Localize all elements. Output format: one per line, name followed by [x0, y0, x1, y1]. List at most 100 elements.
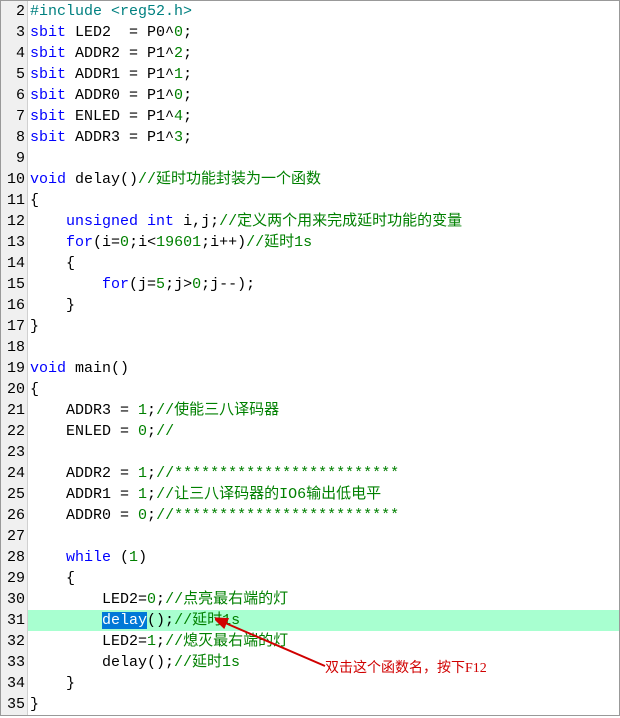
code-content[interactable]: ADDR0 = 0;//************************* — [28, 505, 619, 526]
code-content[interactable]: } — [28, 316, 619, 337]
code-token: LED2 = P0^ — [66, 24, 174, 41]
code-content[interactable]: { — [28, 379, 619, 400]
code-line[interactable]: 11{ — [1, 190, 619, 211]
code-token — [30, 213, 66, 230]
code-token: } — [30, 675, 75, 692]
line-number: 19 — [1, 358, 28, 379]
line-number: 8 — [1, 127, 28, 148]
code-line[interactable]: 34 } — [1, 673, 619, 694]
code-content[interactable]: #include <reg52.h> — [28, 1, 619, 22]
code-line[interactable]: 31 delay();//延时1s — [1, 610, 619, 631]
code-line[interactable]: 16 } — [1, 295, 619, 316]
code-line[interactable]: 28 while (1) — [1, 547, 619, 568]
code-line[interactable]: 20{ — [1, 379, 619, 400]
code-content[interactable]: void delay()//延时功能封装为一个函数 — [28, 169, 619, 190]
code-token: 4 — [174, 108, 183, 125]
code-content[interactable] — [28, 442, 619, 463]
code-line[interactable]: 2#include <reg52.h> — [1, 1, 619, 22]
code-content[interactable]: LED2=1;//熄灭最右端的灯 — [28, 631, 619, 652]
code-token — [30, 234, 66, 251]
line-number: 2 — [1, 1, 28, 22]
code-content[interactable]: } — [28, 295, 619, 316]
line-number: 5 — [1, 64, 28, 85]
code-content[interactable]: ADDR3 = 1;//使能三八译码器 — [28, 400, 619, 421]
line-number: 34 — [1, 673, 28, 694]
code-token: //延时1s — [174, 654, 240, 671]
code-content[interactable]: } — [28, 694, 619, 715]
code-token: ADDR3 = — [30, 402, 138, 419]
line-number: 16 — [1, 295, 28, 316]
code-token: sbit — [30, 66, 66, 83]
code-line[interactable]: 29 { — [1, 568, 619, 589]
code-token: //让三八译码器的IO6输出低电平 — [156, 486, 381, 503]
code-content[interactable]: LED2=0;//点亮最右端的灯 — [28, 589, 619, 610]
code-line[interactable]: 33 delay();//延时1s — [1, 652, 619, 673]
line-number: 11 — [1, 190, 28, 211]
code-token: ADDR0 = P1^ — [66, 87, 174, 104]
code-token: //************************* — [156, 465, 399, 482]
code-content[interactable] — [28, 337, 619, 358]
code-line[interactable]: 7sbit ENLED = P1^4; — [1, 106, 619, 127]
code-content[interactable]: } — [28, 673, 619, 694]
code-token: 3 — [174, 129, 183, 146]
code-content[interactable]: sbit ADDR2 = P1^2; — [28, 43, 619, 64]
code-line[interactable]: 25 ADDR1 = 1;//让三八译码器的IO6输出低电平 — [1, 484, 619, 505]
code-line[interactable]: 17} — [1, 316, 619, 337]
code-line[interactable]: 26 ADDR0 = 0;//************************* — [1, 505, 619, 526]
code-line[interactable]: 24 ADDR2 = 1;//************************* — [1, 463, 619, 484]
code-line[interactable]: 5sbit ADDR1 = P1^1; — [1, 64, 619, 85]
code-line[interactable]: 6sbit ADDR0 = P1^0; — [1, 85, 619, 106]
code-token: //使能三八译码器 — [156, 402, 279, 419]
line-number: 9 — [1, 148, 28, 169]
code-content[interactable]: sbit LED2 = P0^0; — [28, 22, 619, 43]
code-line[interactable]: 10void delay()//延时功能封装为一个函数 — [1, 169, 619, 190]
code-content[interactable]: { — [28, 253, 619, 274]
code-content[interactable]: ADDR2 = 1;//************************* — [28, 463, 619, 484]
code-token: main() — [66, 360, 129, 377]
code-line[interactable]: 13 for(i=0;i<19601;i++)//延时1s — [1, 232, 619, 253]
code-line[interactable]: 32 LED2=1;//熄灭最右端的灯 — [1, 631, 619, 652]
code-content[interactable]: for(i=0;i<19601;i++)//延时1s — [28, 232, 619, 253]
code-token: ADDR3 = P1^ — [66, 129, 174, 146]
code-content[interactable]: sbit ADDR1 = P1^1; — [28, 64, 619, 85]
code-line[interactable]: 27 — [1, 526, 619, 547]
code-content[interactable]: for(j=5;j>0;j--); — [28, 274, 619, 295]
code-content[interactable]: ADDR1 = 1;//让三八译码器的IO6输出低电平 — [28, 484, 619, 505]
code-line[interactable]: 30 LED2=0;//点亮最右端的灯 — [1, 589, 619, 610]
code-line[interactable]: 23 — [1, 442, 619, 463]
code-token: 0 — [147, 591, 156, 608]
code-line[interactable]: 18 — [1, 337, 619, 358]
code-content[interactable]: void main() — [28, 358, 619, 379]
code-editor[interactable]: 2#include <reg52.h>3sbit LED2 = P0^0;4sb… — [0, 0, 620, 716]
code-line[interactable]: 19void main() — [1, 358, 619, 379]
code-content[interactable] — [28, 526, 619, 547]
code-token: (j= — [129, 276, 156, 293]
code-content[interactable]: delay();//延时1s — [28, 610, 619, 631]
code-line[interactable]: 3sbit LED2 = P0^0; — [1, 22, 619, 43]
code-line[interactable]: 15 for(j=5;j>0;j--); — [1, 274, 619, 295]
code-content[interactable]: { — [28, 568, 619, 589]
code-token: 0 — [174, 24, 183, 41]
code-token: (i= — [93, 234, 120, 251]
code-content[interactable]: sbit ADDR3 = P1^3; — [28, 127, 619, 148]
code-token: for — [66, 234, 93, 251]
code-token: { — [30, 381, 39, 398]
code-content[interactable] — [28, 148, 619, 169]
code-content[interactable]: unsigned int i,j;//定义两个用来完成延时功能的变量 — [28, 211, 619, 232]
code-content[interactable]: ENLED = 0;// — [28, 421, 619, 442]
code-token: ; — [147, 465, 156, 482]
code-token — [30, 612, 102, 629]
code-content[interactable]: sbit ENLED = P1^4; — [28, 106, 619, 127]
code-line[interactable]: 12 unsigned int i,j;//定义两个用来完成延时功能的变量 — [1, 211, 619, 232]
code-line[interactable]: 4sbit ADDR2 = P1^2; — [1, 43, 619, 64]
code-content[interactable]: { — [28, 190, 619, 211]
code-line[interactable]: 8sbit ADDR3 = P1^3; — [1, 127, 619, 148]
code-content[interactable]: sbit ADDR0 = P1^0; — [28, 85, 619, 106]
code-line[interactable]: 9 — [1, 148, 619, 169]
code-line[interactable]: 14 { — [1, 253, 619, 274]
code-line[interactable]: 21 ADDR3 = 1;//使能三八译码器 — [1, 400, 619, 421]
code-line[interactable]: 35} — [1, 694, 619, 715]
code-line[interactable]: 22 ENLED = 0;// — [1, 421, 619, 442]
code-content[interactable]: while (1) — [28, 547, 619, 568]
code-content[interactable]: delay();//延时1s — [28, 652, 619, 673]
